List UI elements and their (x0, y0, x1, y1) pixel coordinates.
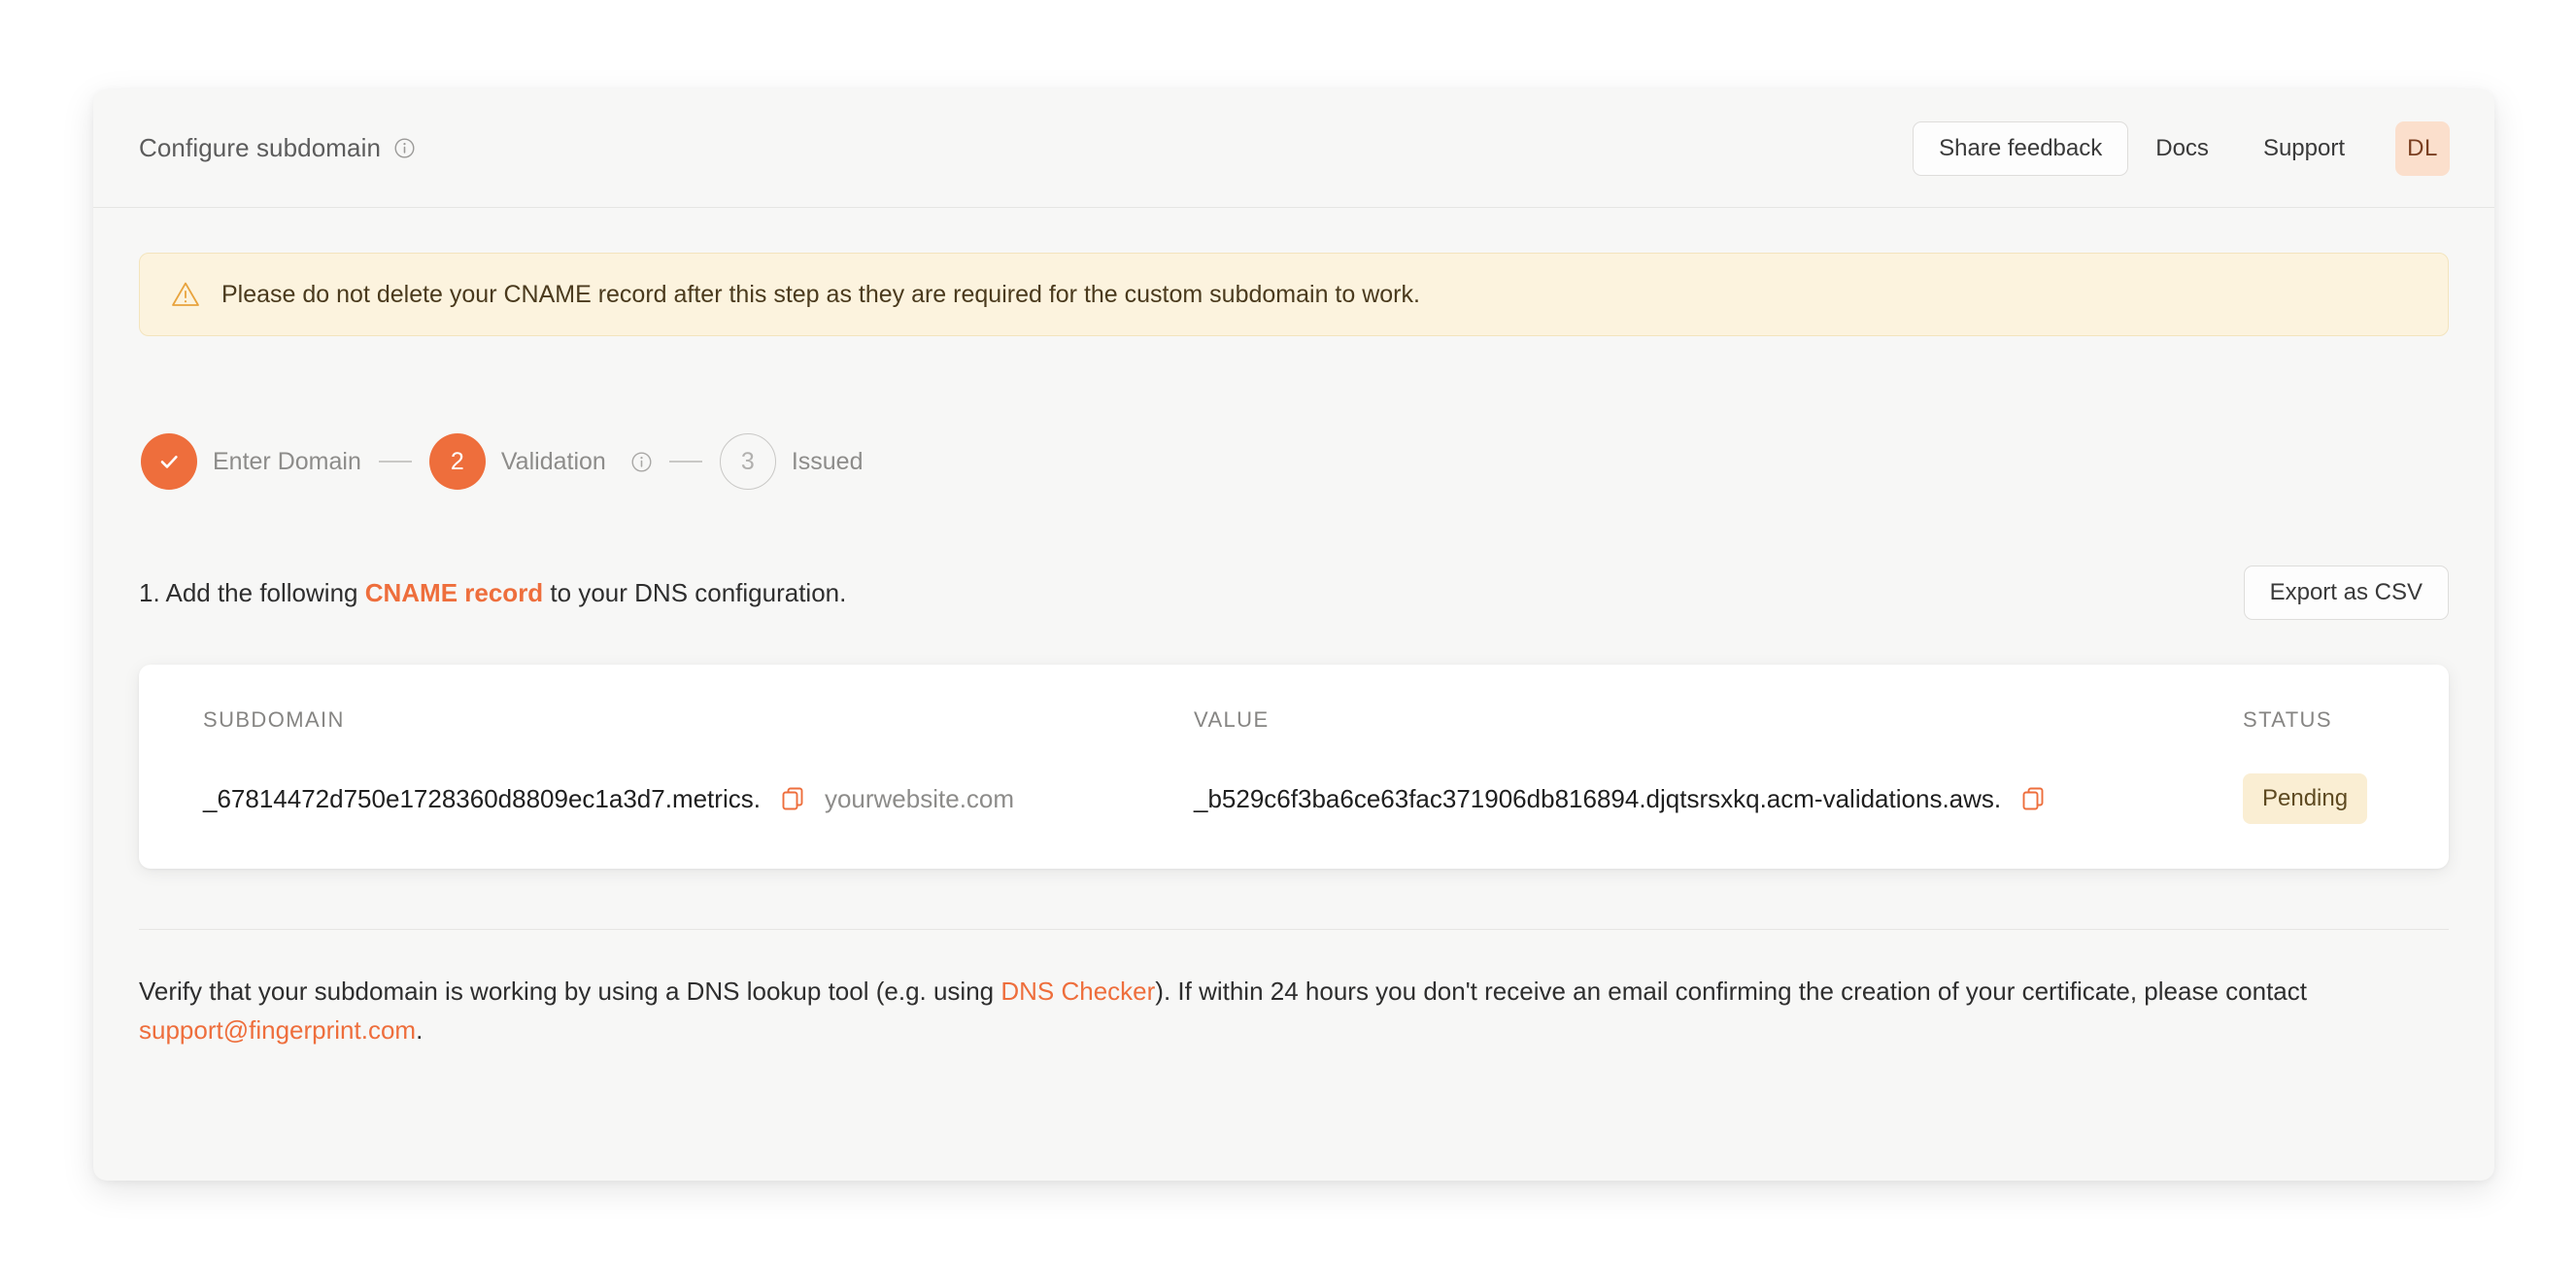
step-connector-2 (668, 461, 702, 463)
warning-banner: Please do not delete your CNAME record a… (139, 253, 2449, 336)
title-info-icon[interactable] (394, 138, 415, 158)
warning-triangle-icon (172, 282, 199, 306)
support-link[interactable]: Support (2236, 135, 2372, 162)
status-badge: Pending (2243, 773, 2368, 824)
check-icon (160, 456, 178, 468)
column-header-value: VALUE (1194, 707, 1270, 732)
step-connector-1 (378, 461, 412, 463)
step-enter-domain[interactable]: Enter Domain (141, 433, 361, 490)
docs-link[interactable]: Docs (2128, 135, 2236, 162)
export-as-csv-button[interactable]: Export as CSV (2243, 566, 2449, 620)
copy-subdomain-icon[interactable] (780, 786, 805, 811)
share-feedback-button[interactable]: Share feedback (1913, 120, 2129, 176)
step-3-label: Issued (791, 447, 864, 475)
subdomain-value: _67814472d750e1728360d8809ec1a3d7.metric… (203, 783, 761, 813)
step-2-marker: 2 (428, 433, 486, 490)
footer-divider (139, 929, 2449, 930)
copy-value-icon[interactable] (2020, 786, 2046, 811)
step-2-label: Validation (500, 447, 606, 475)
instruction-row: 1. Add the following CNAME record to you… (139, 566, 2449, 620)
header-left-group: Configure subdomain (139, 133, 415, 163)
cname-record-accent: CNAME record (364, 577, 544, 607)
dns-checker-link[interactable]: DNS Checker (1000, 977, 1155, 1006)
page-title: Configure subdomain (139, 133, 382, 162)
cell-value: _b529c6f3ba6ce63fac371906db816894.djqtsr… (1194, 784, 2243, 814)
cell-subdomain: _67814472d750e1728360d8809ec1a3d7.metric… (203, 784, 1194, 814)
header-right-group: Share feedback Docs Support DL (1913, 120, 2450, 176)
instruction-suffix: to your DNS configuration. (543, 577, 847, 607)
stepper: Enter Domain 2 Validation 3 Issued (139, 433, 2449, 490)
footer-part-3: . (416, 1014, 424, 1045)
step-validation[interactable]: 2 Validation (428, 433, 652, 490)
step-1-marker (141, 433, 197, 490)
footer-part-1: Verify that your subdomain is working by… (139, 977, 1001, 1006)
configure-subdomain-panel: Configure subdomain Share feedback Docs … (93, 89, 2494, 1181)
step-1-label: Enter Domain (213, 447, 361, 475)
record-value: _b529c6f3ba6ce63fac371906db816894.djqtsr… (1194, 783, 2002, 813)
subdomain-suffix: yourwebsite.com (824, 783, 1015, 813)
step-issued[interactable]: 3 Issued (719, 433, 864, 490)
step-2-info-icon[interactable] (631, 451, 652, 472)
table-body: _67814472d750e1728360d8809ec1a3d7.metric… (139, 773, 2449, 824)
table-row: _67814472d750e1728360d8809ec1a3d7.metric… (139, 773, 2449, 824)
dns-records-table: SUBDOMAIN VALUE STATUS _67814472d750e172… (139, 665, 2449, 869)
footer-help-text: Verify that your subdomain is working by… (139, 973, 2402, 1049)
warning-message: Please do not delete your CNAME record a… (221, 280, 1420, 308)
instruction-prefix: 1. Add the following (139, 577, 365, 607)
cell-status: Pending (2243, 773, 2385, 824)
support-email-link[interactable]: support@fingerprint.com (139, 1015, 416, 1045)
avatar[interactable]: DL (2395, 120, 2450, 176)
footer-part-2: ). If within 24 hours you don't receive … (1155, 977, 2307, 1006)
step-3-marker: 3 (719, 433, 776, 490)
table-header-row: SUBDOMAIN VALUE STATUS (139, 707, 2449, 733)
column-header-status: STATUS (2243, 707, 2332, 732)
instruction-text: 1. Add the following CNAME record to you… (139, 578, 846, 608)
panel-body: Please do not delete your CNAME record a… (93, 208, 2494, 1049)
panel-header: Configure subdomain Share feedback Docs … (93, 89, 2494, 208)
column-header-subdomain: SUBDOMAIN (203, 707, 345, 732)
